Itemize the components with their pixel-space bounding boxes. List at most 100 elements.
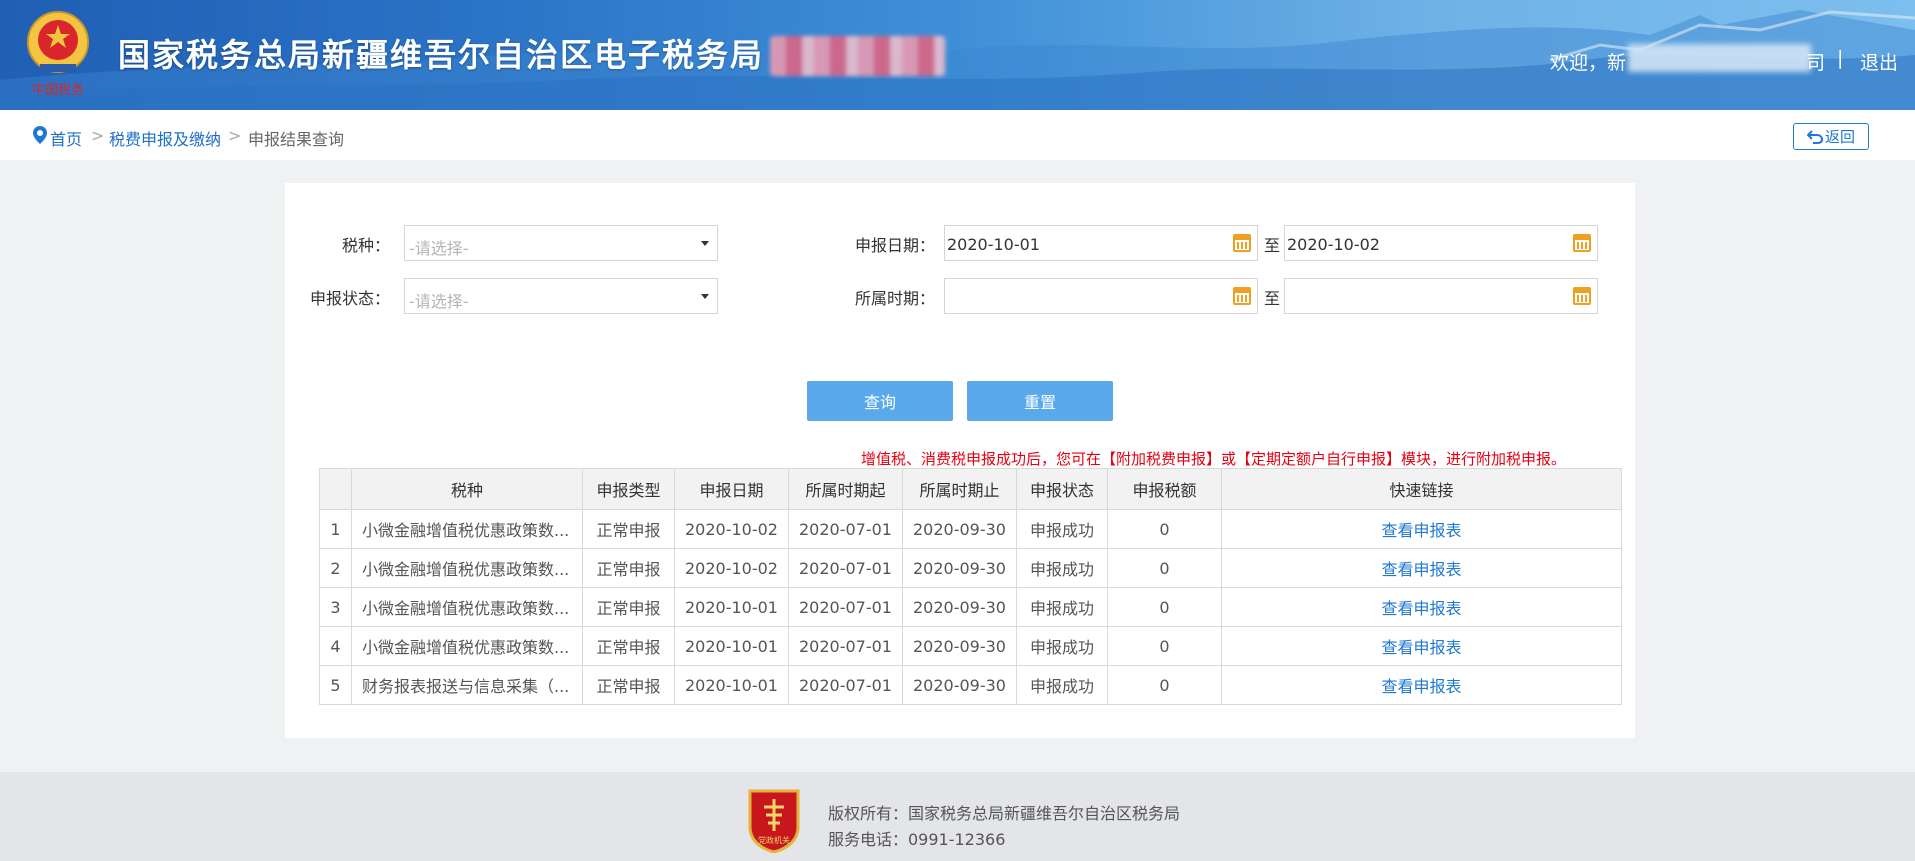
- quick-link-cell: 查看申报表: [1221, 626, 1622, 666]
- period-start-cell: 2020-07-01: [788, 626, 903, 666]
- period-end-cell: 2020-09-30: [902, 665, 1017, 705]
- tax-type-label: 税种：: [341, 236, 390, 255]
- calendar-icon[interactable]: [1573, 234, 1591, 252]
- status-cell: 申报成功: [1016, 587, 1108, 627]
- location-pin-icon: [33, 126, 47, 144]
- row-index: 4: [319, 626, 352, 666]
- declare-date-cell: 2020-10-01: [674, 665, 789, 705]
- header-separator: |: [1837, 47, 1844, 69]
- row-index: 2: [319, 548, 352, 588]
- notice-text: 增值税、消费税申报成功后，您可在【附加税费申报】或【定期定额户自行申报】模块，进…: [861, 450, 1567, 468]
- redacted-title-suffix: [770, 36, 945, 76]
- amount-cell: 0: [1107, 626, 1222, 666]
- tax-emblem-logo: 中国税务: [27, 11, 89, 98]
- col-header-declare-date: 申报日期: [674, 468, 789, 510]
- col-header-period-end: 所属时期止: [902, 468, 1017, 510]
- period-from-input[interactable]: [944, 278, 1258, 314]
- period-label: 所属时期：: [854, 289, 935, 308]
- status-select[interactable]: -请选择-: [404, 278, 718, 314]
- period-end-cell: 2020-09-30: [902, 626, 1017, 666]
- period-start-cell: 2020-07-01: [788, 665, 903, 705]
- col-header-status: 申报状态: [1016, 468, 1108, 510]
- view-declaration-link[interactable]: 查看申报表: [1381, 560, 1461, 579]
- tax-type-select[interactable]: -请选择-: [404, 225, 718, 261]
- declare-date-to-value: 2020-10-02: [1287, 235, 1380, 254]
- col-header-index: [319, 468, 352, 510]
- period-end-cell: 2020-09-30: [902, 548, 1017, 588]
- breadcrumb: 首页 > 税费申报及缴纳 > 申报结果查询: [0, 110, 1915, 160]
- quick-link-cell: 查看申报表: [1221, 509, 1622, 549]
- view-declaration-link[interactable]: 查看申报表: [1381, 521, 1461, 540]
- table-row: 5 财务报表报送与信息采集（... 正常申报 2020-10-01 2020-0…: [319, 665, 1622, 705]
- breadcrumb-separator: >: [228, 126, 242, 145]
- row-index: 1: [319, 509, 352, 549]
- declare-type-cell: 正常申报: [582, 665, 675, 705]
- calendar-icon[interactable]: [1233, 234, 1251, 252]
- footer-copyright: 版权所有：国家税务总局新疆维吾尔自治区税务局: [828, 804, 1181, 823]
- footer-logo-text: 党政机关: [758, 835, 790, 845]
- tax-type-cell: 小微金融增值税优惠政策数...: [351, 548, 583, 588]
- declare-date-label: 申报日期：: [854, 236, 935, 255]
- range-to-label: 至: [1264, 289, 1281, 308]
- table-row: 2 小微金融增值税优惠政策数... 正常申报 2020-10-02 2020-0…: [319, 548, 1622, 588]
- view-declaration-link[interactable]: 查看申报表: [1381, 677, 1461, 696]
- declare-date-cell: 2020-10-01: [674, 587, 789, 627]
- period-end-cell: 2020-09-30: [902, 509, 1017, 549]
- reset-button[interactable]: 重置: [967, 381, 1113, 421]
- declare-date-cell: 2020-10-01: [674, 626, 789, 666]
- table-row: 3 小微金融增值税优惠政策数... 正常申报 2020-10-01 2020-0…: [319, 587, 1622, 627]
- row-index: 3: [319, 587, 352, 627]
- range-to-label: 至: [1264, 236, 1281, 255]
- col-header-amount: 申报税额: [1107, 468, 1222, 510]
- period-end-cell: 2020-09-30: [902, 587, 1017, 627]
- return-arrow-icon: [1806, 129, 1823, 144]
- breadcrumb-current: 申报结果查询: [248, 130, 345, 149]
- breadcrumb-home[interactable]: 首页: [50, 126, 82, 150]
- quick-link-cell: 查看申报表: [1221, 548, 1622, 588]
- redacted-username: [1628, 44, 1811, 72]
- party-government-logo: 党政机关: [748, 789, 800, 853]
- amount-cell: 0: [1107, 587, 1222, 627]
- declare-date-from-input[interactable]: 2020-10-01: [944, 225, 1258, 261]
- status-cell: 申报成功: [1016, 548, 1108, 588]
- status-cell: 申报成功: [1016, 509, 1108, 549]
- declare-type-cell: 正常申报: [582, 509, 675, 549]
- declare-type-cell: 正常申报: [582, 548, 675, 588]
- emblem-text: 中国税务: [32, 82, 84, 98]
- calendar-icon[interactable]: [1233, 287, 1251, 305]
- view-declaration-link[interactable]: 查看申报表: [1381, 638, 1461, 657]
- status-cell: 申报成功: [1016, 665, 1108, 705]
- period-start-cell: 2020-07-01: [788, 587, 903, 627]
- back-button[interactable]: 返回: [1793, 123, 1869, 150]
- declare-date-cell: 2020-10-02: [674, 548, 789, 588]
- status-cell: 申报成功: [1016, 626, 1108, 666]
- breadcrumb-tax-declaration[interactable]: 税费申报及缴纳: [109, 126, 221, 150]
- tax-type-placeholder: -请选择-: [409, 239, 469, 258]
- declare-date-to-input[interactable]: 2020-10-02: [1284, 225, 1598, 261]
- welcome-suffix: 司: [1806, 52, 1826, 74]
- status-placeholder: -请选择-: [409, 292, 469, 311]
- tax-type-cell: 财务报表报送与信息采集（...: [351, 665, 583, 705]
- declare-type-cell: 正常申报: [582, 626, 675, 666]
- status-label: 申报状态：: [309, 289, 390, 308]
- logout-link[interactable]: 退出: [1860, 48, 1898, 75]
- declare-date-cell: 2020-10-02: [674, 509, 789, 549]
- quick-link-cell: 查看申报表: [1221, 665, 1622, 705]
- period-start-cell: 2020-07-01: [788, 509, 903, 549]
- declare-date-from-value: 2020-10-01: [947, 235, 1040, 254]
- table-header-row: 税种 申报类型 申报日期 所属时期起 所属时期止 申报状态 申报税额 快速链接: [319, 468, 1622, 510]
- amount-cell: 0: [1107, 548, 1222, 588]
- col-header-period-start: 所属时期起: [788, 468, 903, 510]
- period-to-input[interactable]: [1284, 278, 1598, 314]
- site-header: 中国税务 国家税务总局新疆维吾尔自治区电子税务局 欢迎，新 司 | 退出: [0, 0, 1915, 110]
- quick-link-cell: 查看申报表: [1221, 587, 1622, 627]
- query-button[interactable]: 查询: [807, 381, 953, 421]
- declare-type-cell: 正常申报: [582, 587, 675, 627]
- calendar-icon[interactable]: [1573, 287, 1591, 305]
- table-row: 1 小微金融增值税优惠政策数... 正常申报 2020-10-02 2020-0…: [319, 509, 1622, 549]
- view-declaration-link[interactable]: 查看申报表: [1381, 599, 1461, 618]
- chevron-down-icon: [701, 241, 709, 246]
- tax-type-cell: 小微金融增值税优惠政策数...: [351, 587, 583, 627]
- amount-cell: 0: [1107, 665, 1222, 705]
- welcome-text: 欢迎，新: [1550, 52, 1627, 74]
